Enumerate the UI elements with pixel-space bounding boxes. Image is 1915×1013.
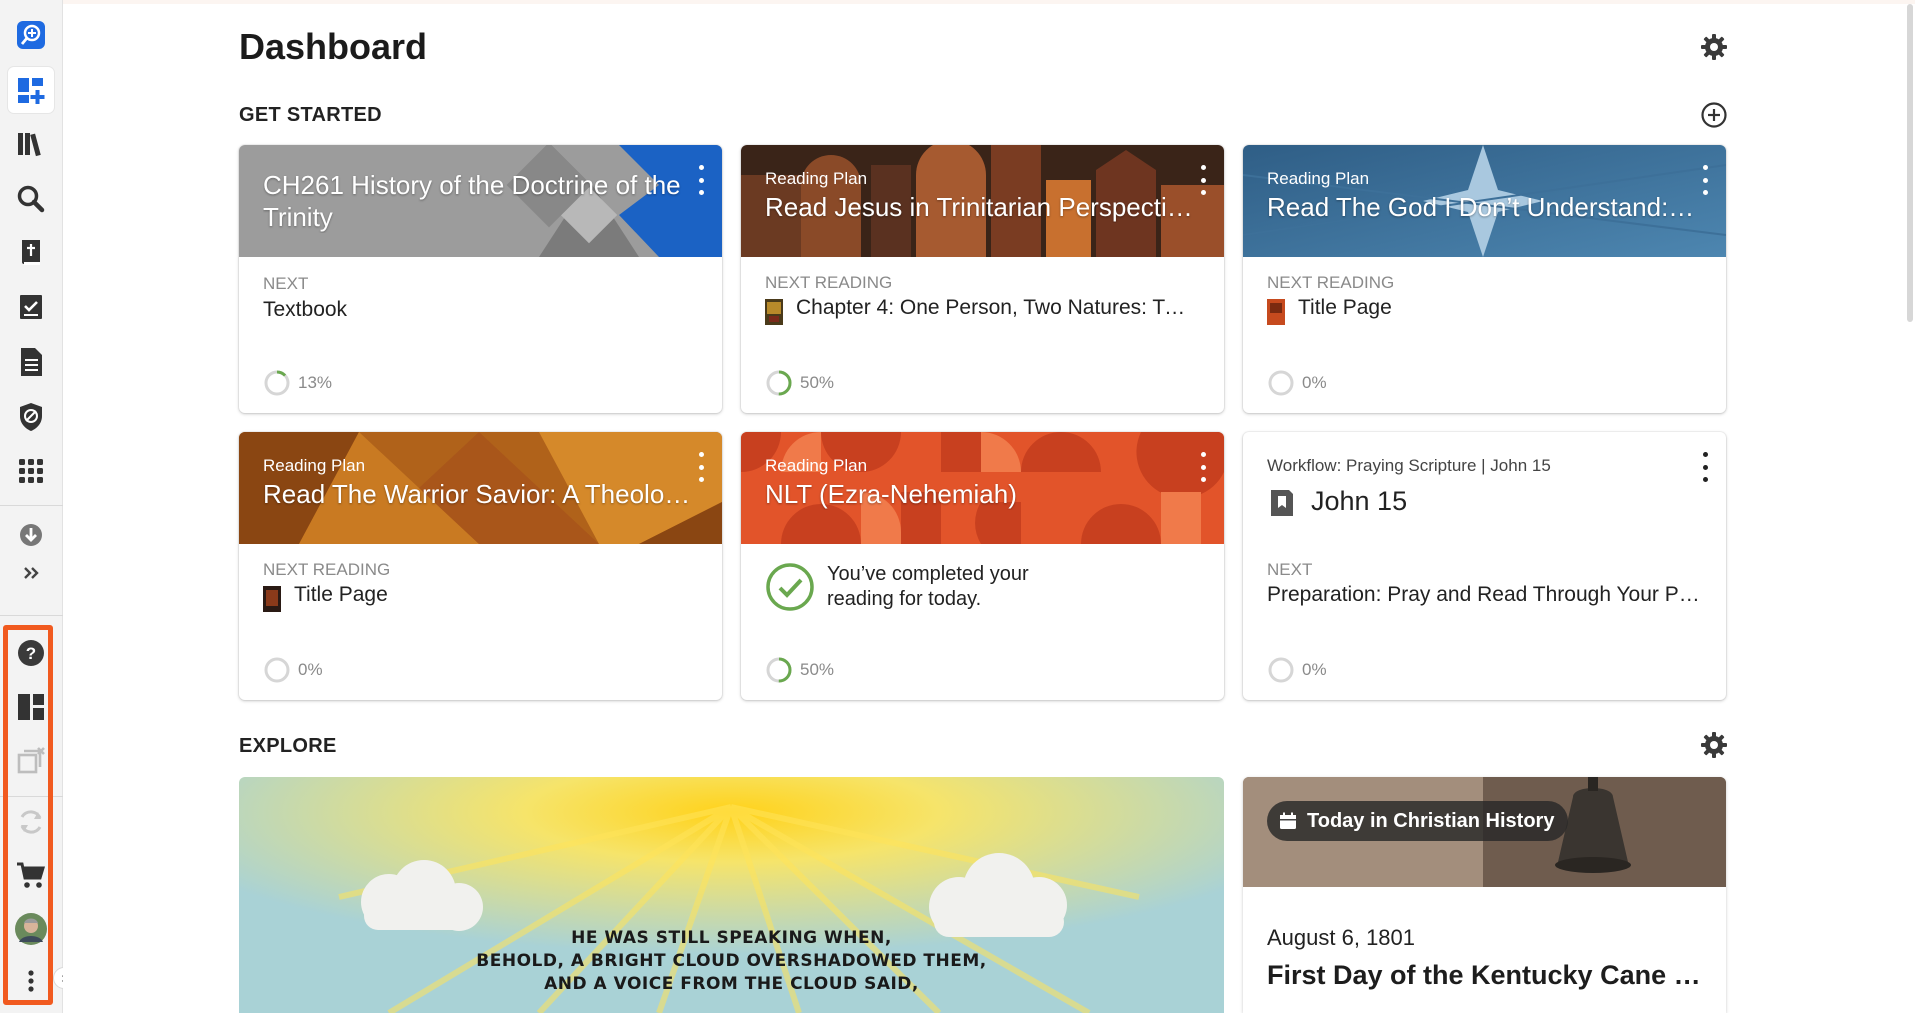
course-card[interactable]: CH261 History of the Doctrine of the Tri…: [239, 145, 722, 413]
card-next-item[interactable]: Title Page: [294, 583, 694, 607]
card-progress: 13%: [263, 369, 332, 397]
card-progress: 50%: [765, 369, 834, 397]
card-menu-icon[interactable]: [1196, 452, 1210, 482]
card-title: Read The God I Don’t Understand:…: [1267, 192, 1695, 222]
card-title: Read Jesus in Trinitarian Perspecti…: [765, 192, 1193, 222]
history-date: August 6, 1801: [1267, 925, 1416, 950]
card-next-label: NEXT READING: [1267, 273, 1395, 292]
verse-of-the-day-card[interactable]: HE WAS STILL SPEAKING WHEN, BEHOLD, A BR…: [239, 777, 1224, 1013]
card-menu-icon[interactable]: [1698, 165, 1712, 195]
card-next-label: NEXT READING: [263, 560, 391, 579]
tasks-icon[interactable]: [8, 285, 54, 331]
card-header-image: Reading Plan Read Jesus in Trinitarian P…: [741, 145, 1224, 257]
calendar-icon: [1280, 812, 1296, 829]
card-title: John 15: [1311, 486, 1408, 516]
progress-percent: 0%: [1302, 660, 1327, 679]
workflow-card[interactable]: Workflow: Praying Scripture | John 15 Jo…: [1243, 432, 1726, 700]
card-menu-icon[interactable]: [694, 165, 708, 195]
progress-ring-icon: [264, 370, 290, 396]
progress-ring-icon: [1268, 657, 1294, 683]
card-title: Read The Warrior Savior: A Theolo…: [263, 479, 691, 509]
shield-icon[interactable]: [8, 394, 54, 440]
card-next-item[interactable]: Textbook: [263, 298, 698, 322]
verse-line: AND A VOICE FROM THE CLOUD SAID,: [544, 974, 919, 994]
history-title[interactable]: First Day of the Kentucky Cane Rid…: [1267, 960, 1707, 991]
verse-line: HE WAS STILL SPEAKING WHEN,: [571, 928, 892, 948]
card-subtitle: Reading Plan: [263, 456, 366, 475]
section-title-explore: EXPLORE: [239, 735, 337, 757]
settings-gear-icon[interactable]: [1700, 33, 1728, 61]
page-title: Dashboard: [239, 26, 428, 67]
card-progress: 0%: [1267, 656, 1327, 684]
progress-percent: 0%: [1302, 373, 1327, 392]
reading-plan-card[interactable]: Reading Plan Read The Warrior Savior: A …: [239, 432, 722, 700]
sidebar-highlight-box: [3, 625, 53, 1005]
progress-percent: 13%: [298, 373, 333, 392]
progress-ring-icon: [766, 370, 792, 396]
history-badge: Today in Christian History: [1267, 801, 1569, 841]
card-header-image: Reading Plan Read The Warrior Savior: A …: [239, 432, 722, 544]
verse-line: BEHOLD, A BRIGHT CLOUD OVERSHADOWED THEM…: [476, 951, 987, 971]
check-circle-icon: [766, 563, 814, 611]
book-thumbnail-icon: [263, 586, 281, 612]
card-progress: 0%: [1267, 369, 1327, 397]
card-next-label: NEXT READING: [765, 273, 893, 292]
card-subtitle: Workflow: Praying Scripture | John 15: [1267, 456, 1551, 475]
sidebar-divider: [0, 615, 63, 616]
history-badge-label: Today in Christian History: [1307, 809, 1555, 832]
card-subtitle: Reading Plan: [765, 456, 868, 475]
search-plus-icon[interactable]: [8, 12, 54, 58]
card-menu-icon[interactable]: [1196, 165, 1210, 195]
card-subtitle: Reading Plan: [765, 169, 868, 188]
card-header-image: Reading Plan NLT (Ezra-Nehemiah): [741, 432, 1224, 544]
verse-text: HE WAS STILL SPEAKING WHEN, BEHOLD, A BR…: [239, 927, 1224, 996]
explore-settings-gear-icon[interactable]: [1700, 731, 1728, 759]
document-icon[interactable]: [8, 339, 54, 385]
apps-grid-icon[interactable]: [8, 448, 54, 494]
progress-percent: 0%: [298, 660, 323, 679]
book-thumbnail-icon: [1267, 299, 1285, 325]
completed-message: You’ve completed your reading for today.: [827, 563, 1029, 610]
progress-percent: 50%: [800, 660, 835, 679]
bible-icon[interactable]: [8, 230, 54, 276]
christian-history-card[interactable]: Today in Christian History August 6, 180…: [1243, 777, 1726, 1013]
progress-ring-icon: [766, 657, 792, 683]
card-next-label: NEXT: [263, 274, 309, 293]
progress-ring-icon: [1268, 370, 1294, 396]
dashboard-add-icon[interactable]: [8, 67, 54, 113]
card-title: NLT (Ezra-Nehemiah): [765, 479, 1017, 509]
card-next-item[interactable]: Title Page: [1298, 296, 1698, 320]
card-subtitle: Reading Plan: [1267, 169, 1370, 188]
card-next-label: NEXT: [1267, 560, 1313, 579]
book-thumbnail-icon: [765, 299, 783, 325]
reading-plan-card[interactable]: Reading Plan Read Jesus in Trinitarian P…: [741, 145, 1224, 413]
reading-plan-card[interactable]: Reading Plan NLT (Ezra-Nehemiah) You’ve …: [741, 432, 1224, 700]
bookmark-icon: [1271, 490, 1293, 516]
sidebar-divider: [0, 505, 63, 506]
card-menu-icon[interactable]: [1698, 452, 1712, 482]
library-icon[interactable]: [8, 121, 54, 167]
search-icon[interactable]: [8, 176, 54, 222]
section-title-get-started: GET STARTED: [239, 104, 382, 126]
card-menu-icon[interactable]: [694, 452, 708, 482]
card-progress: 50%: [765, 656, 834, 684]
card-next-item[interactable]: Preparation: Pray and Read Through Your …: [1267, 583, 1702, 607]
progress-percent: 50%: [800, 373, 835, 392]
expand-double-chevron-icon[interactable]: [8, 550, 54, 596]
card-next-item[interactable]: Chapter 4: One Person, Two Natures: Tw…: [796, 296, 1196, 320]
sidebar: ? ›: [0, 0, 75, 1013]
scrollbar[interactable]: [1907, 4, 1913, 322]
progress-ring-icon: [264, 657, 290, 683]
card-title: CH261 History of the Doctrine of the Tri…: [263, 170, 681, 232]
reading-plan-card[interactable]: Reading Plan Read The God I Don’t Unders…: [1243, 145, 1726, 413]
card-progress: 0%: [263, 656, 323, 684]
add-circle-icon[interactable]: [1700, 101, 1728, 129]
card-header-image: Reading Plan Read The God I Don’t Unders…: [1243, 145, 1726, 257]
card-header-image: CH261 History of the Doctrine of the Tri…: [239, 145, 722, 257]
